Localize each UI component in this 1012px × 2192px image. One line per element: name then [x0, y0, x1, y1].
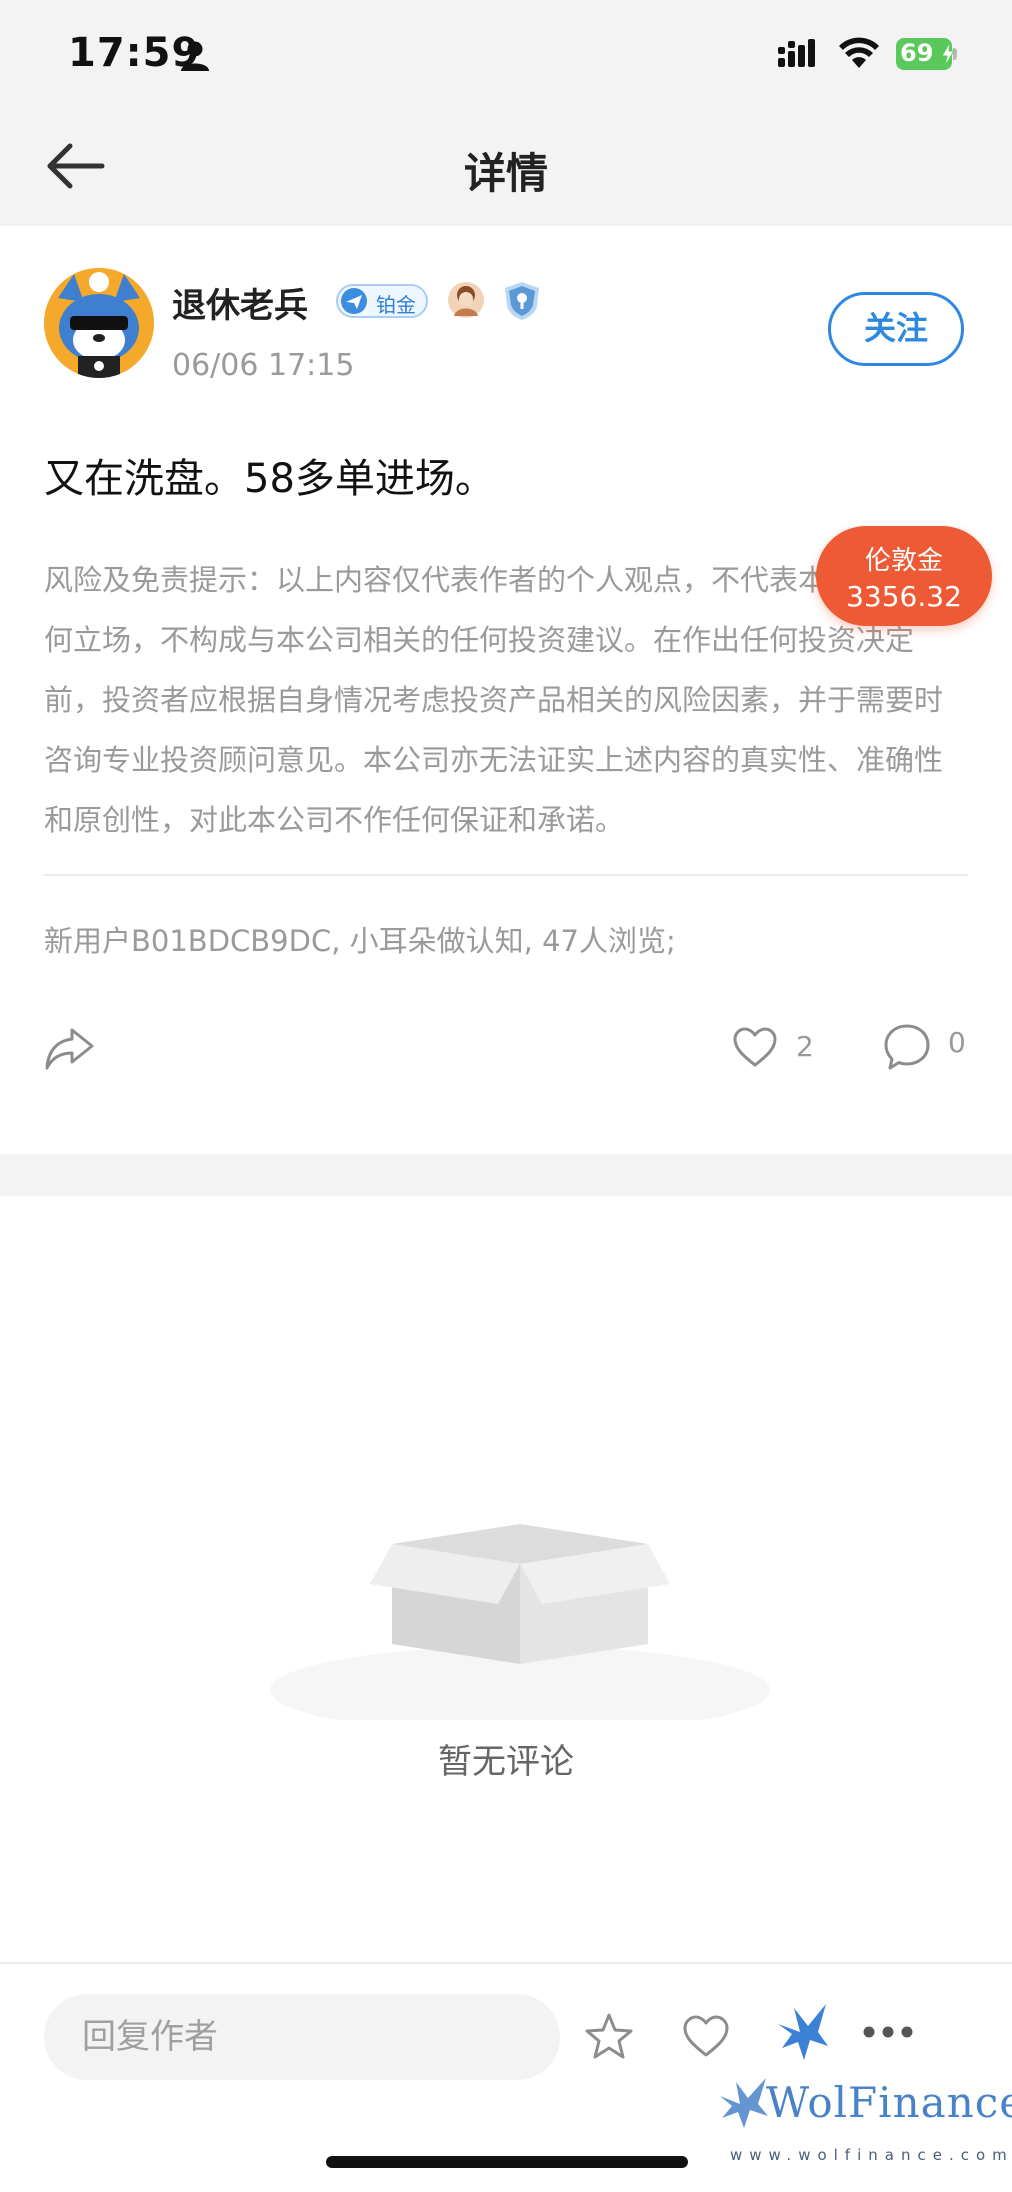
more-icon[interactable] — [862, 2024, 914, 2040]
wolf-logo-icon[interactable] — [774, 2002, 830, 2062]
viewers-list: 新用户B01BDCB9DC, 小耳朵做认知, 47人浏览; — [44, 924, 676, 958]
watermark: WolFinance www.wolfinance.com — [716, 2070, 1012, 2164]
shield-icon — [505, 282, 539, 320]
battery-percent: 69 — [900, 39, 934, 67]
section-divider — [0, 1154, 1012, 1196]
home-indicator[interactable] — [326, 2156, 688, 2168]
empty-box-icon — [270, 1524, 770, 1720]
bottom-bar-divider — [0, 1962, 1012, 1964]
author-name[interactable]: 退休老兵 — [172, 278, 308, 327]
empty-comments-text: 暂无评论 — [438, 1742, 574, 1782]
star-icon[interactable] — [584, 2012, 634, 2060]
medal-avatar-icon — [448, 282, 484, 318]
avatar[interactable] — [44, 268, 154, 378]
charging-bolt-icon — [941, 42, 955, 66]
follow-button[interactable]: 关注 — [828, 292, 964, 366]
post-time: 06/06 17:15 — [172, 348, 355, 383]
comment-count: 0 — [948, 1026, 966, 1059]
comment-icon[interactable] — [882, 1022, 932, 1072]
price-ticker-badge[interactable]: 伦敦金 3356.32 — [816, 526, 992, 626]
watermark-name: WolFinance — [766, 2078, 1012, 2127]
price-ticker-value: 3356.32 — [846, 580, 962, 613]
like-count: 2 — [796, 1030, 814, 1063]
wifi-icon — [839, 37, 879, 68]
reply-input[interactable] — [44, 1994, 560, 2080]
post-content: 又在洗盘。58多单进场。 — [44, 456, 495, 502]
like-icon[interactable] — [732, 1026, 778, 1068]
signal-icon — [778, 39, 815, 67]
top-bar: 17:59 69 详情 — [0, 0, 1012, 226]
tier-badge: 铂金 — [336, 284, 428, 318]
tier-label: 铂金 — [376, 293, 416, 317]
page-title: 详情 — [463, 149, 548, 198]
price-ticker-label: 伦敦金 — [864, 546, 943, 576]
plane-badge-icon — [341, 288, 367, 314]
watermark-url: www.wolfinance.com — [730, 2146, 1012, 2164]
person-icon — [181, 41, 209, 71]
heart-icon[interactable] — [682, 2014, 730, 2058]
divider — [44, 874, 968, 876]
wolfinance-logo-icon — [720, 2078, 768, 2128]
share-icon[interactable] — [44, 1024, 96, 1072]
wolf-mascot-avatar — [44, 268, 154, 378]
battery-icon: 69 — [896, 38, 958, 70]
